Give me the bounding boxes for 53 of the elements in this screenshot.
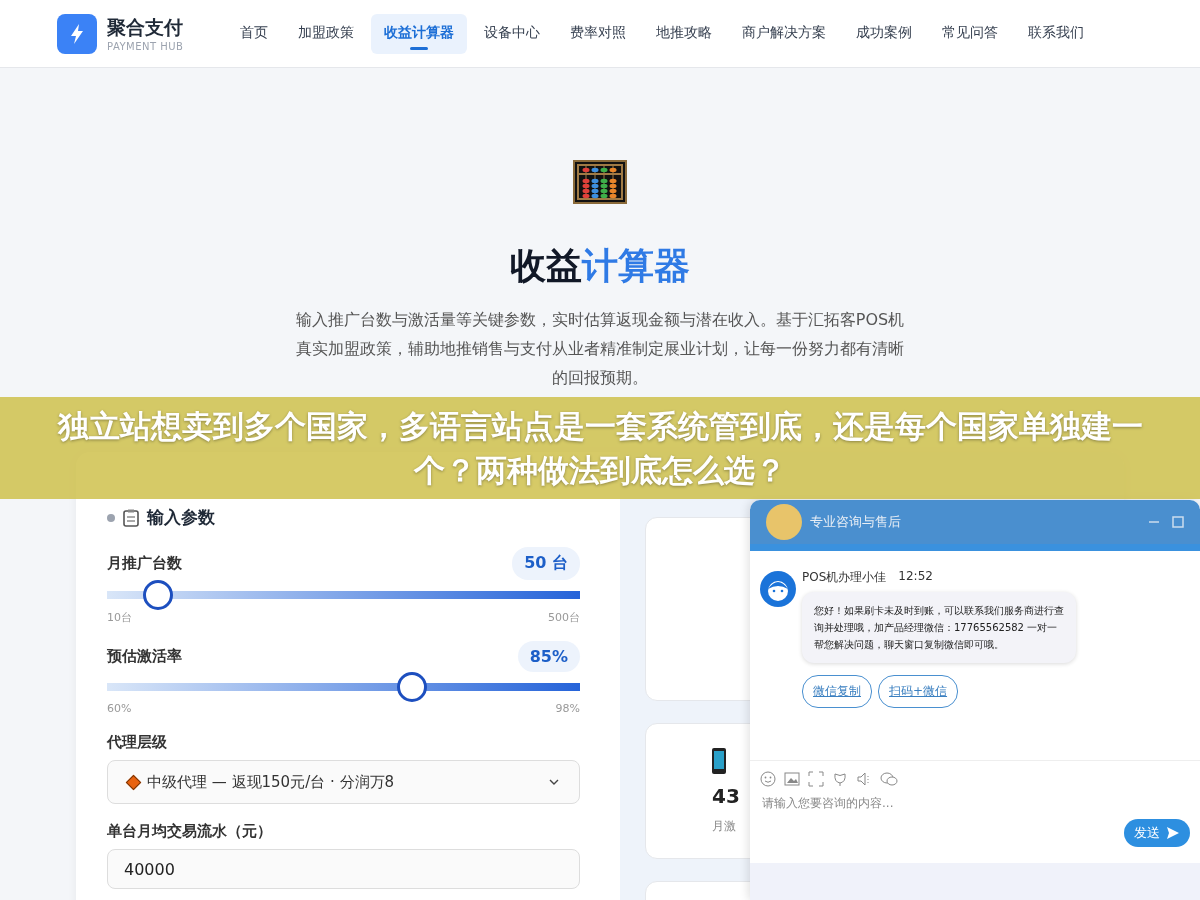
article-title: 独立站想卖到多个国家，多语言站点是一套系统管到底，还是每个国家单独建一个？两种做法到底怎么选？	[56, 407, 1144, 490]
avatar-icon	[766, 504, 802, 540]
slider-thumb[interactable]	[143, 580, 174, 610]
chevron-down-icon	[549, 779, 559, 785]
image-icon[interactable]	[784, 771, 800, 787]
lightning-logo-icon	[57, 13, 97, 54]
field-label: 代理层级	[107, 733, 168, 752]
nav-link[interactable]: 首页	[227, 13, 281, 54]
agent-level-dropdown[interactable]: 中级代理 — 返现150元/台 · 分润万8	[107, 760, 580, 804]
min-label: 60%	[107, 702, 132, 715]
min-label: 10台	[107, 610, 132, 625]
nav-link[interactable]: 收益计算器	[371, 13, 467, 54]
nav-link[interactable]: 加盟政策	[285, 13, 367, 54]
nav-link[interactable]: 联系我们	[1015, 13, 1097, 54]
page-title: 收益计算器	[510, 244, 690, 288]
nav-link[interactable]: 成功案例	[843, 13, 925, 54]
max-label: 98%	[555, 702, 580, 715]
max-label: 500台	[548, 610, 580, 625]
clipboard-icon	[123, 508, 139, 527]
chat-bubbles-icon[interactable]	[880, 771, 898, 787]
logo-title: 聚合支付	[107, 15, 184, 40]
chat-message: 您好！如果刷卡未及时到账，可以联系我们服务商进行查询并处理哦，加产品经理微信：17765562582 一对一帮您解决问题，聊天窗口复制微信即可哦。	[802, 592, 1076, 663]
logo-subtitle: PAYMENT HUB	[107, 41, 184, 52]
send-icon	[1166, 826, 1180, 840]
flower-icon[interactable]	[832, 771, 848, 787]
value-badge: 50 台	[512, 547, 580, 580]
abacus-icon	[573, 160, 627, 204]
nav-link[interactable]: 设备中心	[471, 13, 553, 54]
nav-link[interactable]: 费率对照	[557, 13, 639, 54]
emoji-icon[interactable]	[760, 771, 776, 787]
agent-avatar-icon	[760, 571, 796, 607]
nav-link[interactable]: 常见问答	[929, 13, 1011, 54]
value-badge: 85%	[517, 641, 580, 672]
stat-value: 43	[712, 784, 740, 808]
field-label: 月推广台数	[107, 554, 182, 573]
quick-reply-link[interactable]: 扫码+微信	[878, 675, 959, 708]
chat-title: 专业咨询与售后	[810, 513, 902, 531]
quick-reply-link[interactable]: 微信复制	[802, 675, 872, 708]
device-icon	[712, 748, 726, 774]
stat-label: 月激	[712, 818, 736, 835]
page-description: 输入推广台数与激活量等关键参数，实时估算返现金额与潜在收入。基于汇拓客POS机真实加盟政策，辅助地推销售与支付从业者精准制定展业计划，让每一份努力都有清晰的回报预期。	[294, 309, 906, 389]
message-time: 12:52	[898, 569, 933, 585]
agent-name: POS机办理小佳	[802, 569, 887, 586]
speaker-icon[interactable]	[856, 771, 872, 787]
field-label: 预估激活率	[107, 647, 182, 666]
maximize-icon[interactable]	[1172, 516, 1184, 528]
volume-input[interactable]: 40000	[107, 849, 580, 889]
bullet-icon	[107, 513, 115, 522]
nav-link[interactable]: 地推攻略	[643, 13, 725, 54]
panel-heading: 输入参数	[147, 506, 215, 529]
nav-link[interactable]: 商户解决方案	[729, 13, 839, 54]
field-label: 单台月均交易流水（元）	[107, 822, 273, 841]
slider-thumb[interactable]	[397, 672, 428, 702]
